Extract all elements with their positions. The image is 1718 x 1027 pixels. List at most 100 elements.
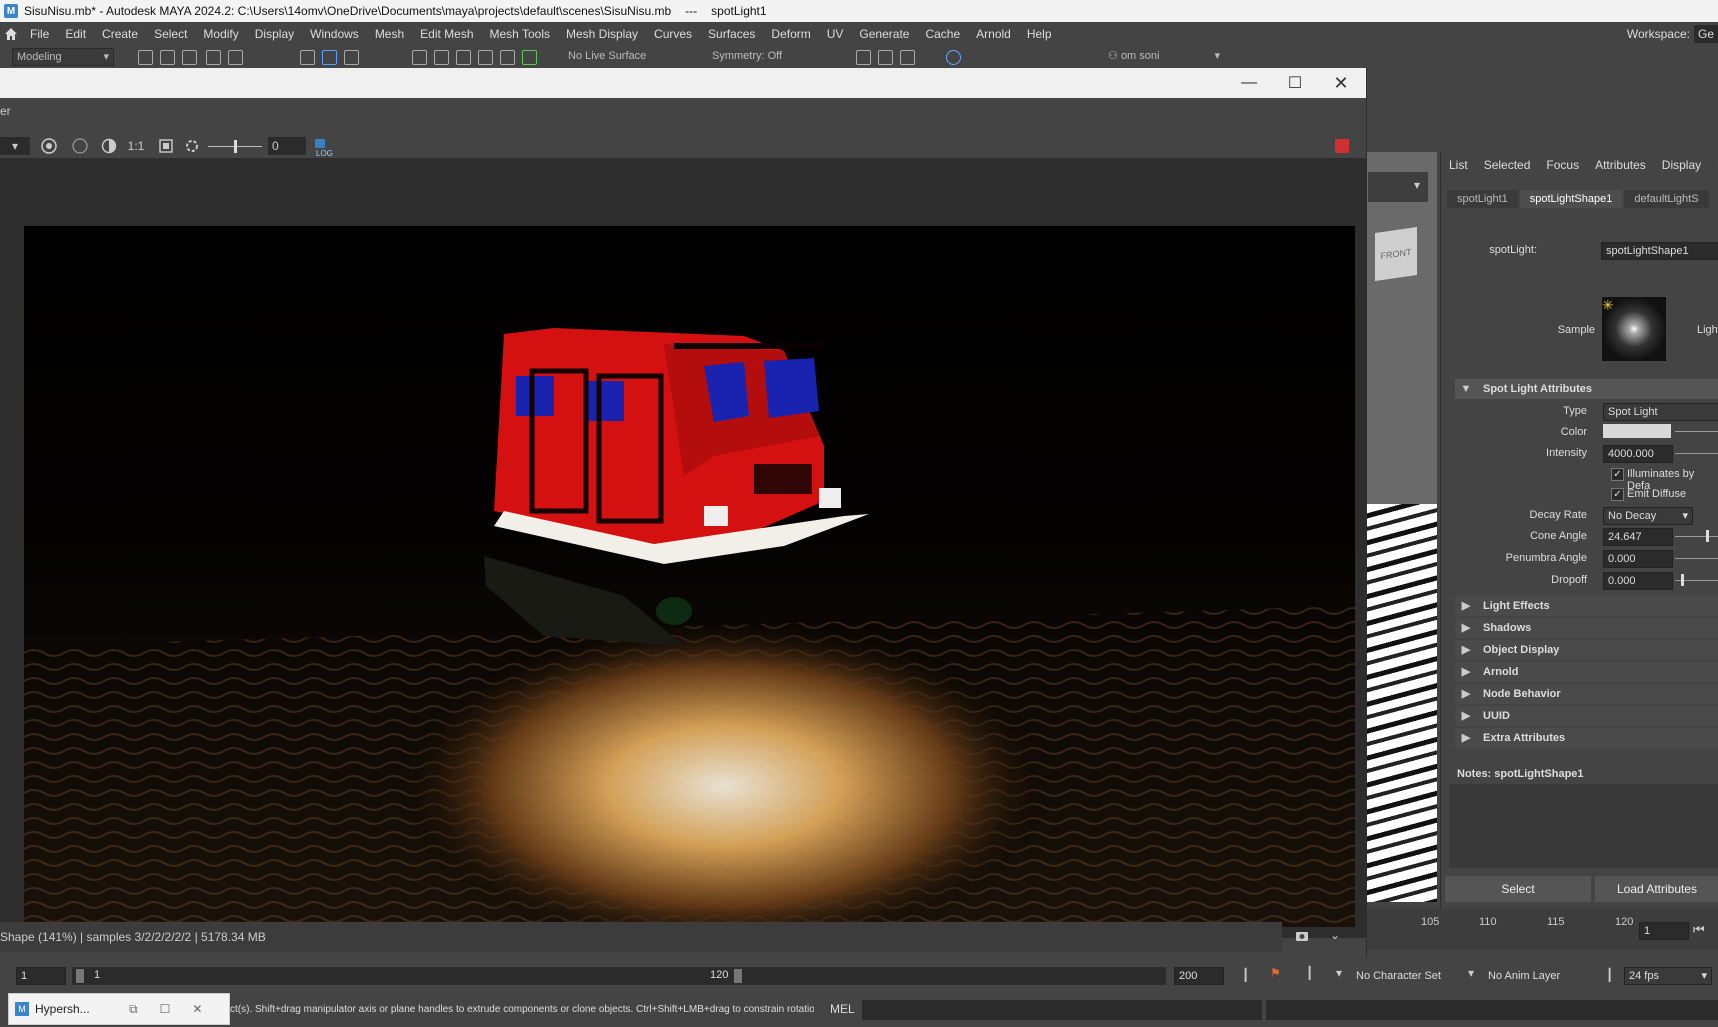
render-settings-icon[interactable]: [900, 50, 915, 65]
section-node-behavior[interactable]: ▶ Node Behavior: [1455, 684, 1718, 704]
section-light-effects[interactable]: ▶ Light Effects: [1455, 596, 1718, 616]
range-start-handle[interactable]: [76, 969, 84, 983]
snap-live-icon[interactable]: [522, 50, 537, 65]
tab-spotlightshape1[interactable]: spotLightShape1: [1519, 190, 1623, 208]
mode-dropdown[interactable]: Modeling ▾: [12, 48, 114, 66]
color-slider[interactable]: [1675, 431, 1718, 432]
menu-mesh-display[interactable]: Mesh Display: [558, 22, 646, 46]
section-shadows[interactable]: ▶ Shadows: [1455, 618, 1718, 638]
close-icon[interactable]: ✕: [192, 1002, 202, 1016]
section-arnold[interactable]: ▶ Arnold: [1455, 662, 1718, 682]
restore-icon[interactable]: ⧉: [129, 1002, 138, 1017]
zoom-one-to-one-button[interactable]: 1:1: [124, 137, 148, 155]
notes-textarea[interactable]: [1449, 784, 1718, 868]
snapshot-icon[interactable]: [1294, 928, 1312, 946]
menu-deform[interactable]: Deform: [763, 22, 818, 46]
menu-generate[interactable]: Generate: [851, 22, 917, 46]
character-set-dropdown[interactable]: No Character Set: [1356, 970, 1441, 982]
snap-view-icon[interactable]: [478, 50, 493, 65]
load-attributes-button[interactable]: Load Attributes: [1595, 876, 1718, 902]
menu-display[interactable]: Display: [247, 22, 302, 46]
symmetry-dropdown[interactable]: Symmetry: Off: [708, 48, 808, 64]
ae-menu-selected[interactable]: Selected: [1476, 158, 1539, 172]
mel-label[interactable]: MEL: [830, 1002, 855, 1016]
snap-grid-icon[interactable]: [412, 50, 427, 65]
rgb-channel-icon[interactable]: [68, 137, 92, 155]
menu-arnold[interactable]: Arnold: [968, 22, 1019, 46]
section-extra-attributes[interactable]: ▶ Extra Attributes: [1455, 728, 1718, 748]
chevron-down-icon[interactable]: ▾: [1468, 966, 1474, 980]
mel-input[interactable]: [862, 1000, 1262, 1020]
section-uuid[interactable]: ▶ UUID: [1455, 706, 1718, 726]
save-scene-icon[interactable]: [182, 50, 197, 65]
illuminates-checkbox[interactable]: ✓: [1611, 468, 1624, 481]
go-to-start-icon[interactable]: ⏮: [1693, 922, 1705, 938]
select-button[interactable]: Select: [1445, 876, 1591, 902]
menu-mesh[interactable]: Mesh: [367, 22, 412, 46]
workspace-selector[interactable]: Workspace: Ge: [1627, 22, 1718, 46]
start-frame-field[interactable]: 1: [16, 967, 66, 985]
type-dropdown[interactable]: Spot Light: [1603, 403, 1718, 421]
current-frame-field[interactable]: 1: [1639, 922, 1689, 940]
snap-curve-icon[interactable]: [434, 50, 449, 65]
menu-select[interactable]: Select: [146, 22, 195, 46]
menu-uv[interactable]: UV: [819, 22, 852, 46]
section-spot-light-attributes[interactable]: ▼ Spot Light Attributes: [1455, 379, 1718, 399]
chevron-down-icon[interactable]: ▾: [1414, 178, 1420, 192]
exposure-field[interactable]: 0: [268, 137, 306, 155]
render-frame-icon[interactable]: [856, 50, 871, 65]
dropoff-field[interactable]: 0.000: [1603, 572, 1673, 590]
frame-region-icon[interactable]: [156, 137, 176, 155]
autokey-icon[interactable]: ⚑: [1270, 966, 1281, 980]
ae-menu-attributes[interactable]: Attributes: [1587, 158, 1654, 172]
intensity-slider[interactable]: [1675, 453, 1718, 454]
penumbra-field[interactable]: 0.000: [1603, 550, 1673, 568]
open-scene-icon[interactable]: [160, 50, 175, 65]
section-object-display[interactable]: ▶ Object Display: [1455, 640, 1718, 660]
redo-icon[interactable]: [228, 50, 243, 65]
menu-windows[interactable]: Windows: [302, 22, 367, 46]
anim-layer-dropdown[interactable]: No Anim Layer: [1488, 970, 1560, 982]
menu-curves[interactable]: Curves: [646, 22, 700, 46]
penumbra-slider[interactable]: [1675, 558, 1718, 559]
menu-edit[interactable]: Edit: [57, 22, 94, 46]
ae-menu-show[interactable]: Sh: [1709, 158, 1718, 172]
ipr-render-icon[interactable]: [878, 50, 893, 65]
color-swatch[interactable]: [1603, 424, 1671, 438]
live-surface-field[interactable]: No Live Surface: [564, 48, 686, 64]
log-toggle[interactable]: LOG: [312, 137, 333, 158]
emit-diffuse-checkbox[interactable]: ✓: [1611, 488, 1624, 501]
menu-create[interactable]: Create: [94, 22, 146, 46]
arnold-render-icon[interactable]: [946, 50, 961, 65]
spotlight-name-field[interactable]: spotLightShape1: [1601, 242, 1718, 260]
minimize-icon[interactable]: —: [1226, 68, 1272, 98]
alpha-channel-icon[interactable]: [98, 137, 120, 155]
workspace-value[interactable]: Ge: [1693, 25, 1718, 43]
render-image-area[interactable]: [0, 158, 1366, 938]
snap-point-icon[interactable]: [456, 50, 471, 65]
camera-dropdown[interactable]: ▾: [0, 137, 30, 155]
undo-icon[interactable]: [206, 50, 221, 65]
select-tool-icon[interactable]: [300, 50, 315, 65]
range-end-handle[interactable]: [734, 969, 742, 983]
menu-help[interactable]: Help: [1019, 22, 1060, 46]
home-icon[interactable]: [0, 27, 22, 41]
range-slider[interactable]: 1 120: [72, 967, 1166, 985]
menu-file[interactable]: File: [22, 22, 57, 46]
tab-defaultlightset[interactable]: defaultLightS: [1624, 190, 1709, 208]
exposure-slider[interactable]: [206, 137, 264, 155]
maximize-icon[interactable]: ☐: [1272, 68, 1318, 98]
ae-menu-display[interactable]: Display: [1654, 158, 1709, 172]
paint-select-icon[interactable]: [344, 50, 359, 65]
exposure-icon[interactable]: [182, 137, 202, 155]
fps-dropdown[interactable]: 24 fps ▾: [1624, 967, 1712, 985]
new-scene-icon[interactable]: [138, 50, 153, 65]
render-view-menu-partial[interactable]: er: [0, 104, 11, 118]
menu-edit-mesh[interactable]: Edit Mesh: [412, 22, 481, 46]
stop-render-icon[interactable]: [1334, 137, 1350, 155]
display-channel-icon[interactable]: [38, 137, 60, 155]
key-icon[interactable]: ┃: [1242, 968, 1254, 982]
ae-menu-list[interactable]: List: [1441, 158, 1476, 172]
chevron-down-icon[interactable]: ▾: [1336, 966, 1342, 980]
cone-angle-field[interactable]: 24.647: [1603, 528, 1673, 546]
